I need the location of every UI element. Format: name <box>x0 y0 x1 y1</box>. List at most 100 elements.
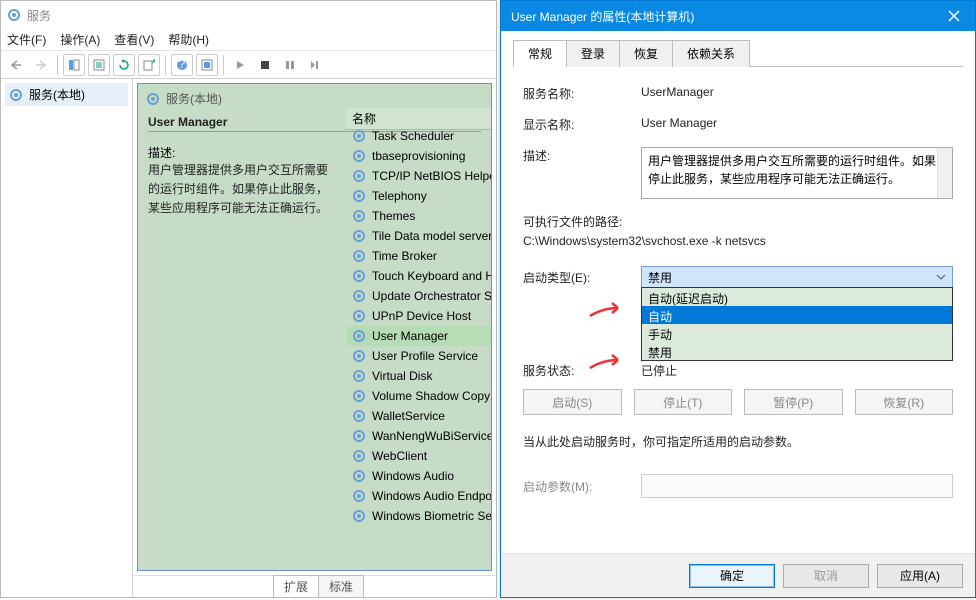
gear-icon <box>352 129 366 143</box>
tab-dependencies[interactable]: 依赖关系 <box>672 40 750 67</box>
stop-icon[interactable] <box>254 54 276 76</box>
gear-icon <box>352 429 366 443</box>
service-row[interactable]: tbaseprovisioning <box>346 146 491 166</box>
service-control-buttons: 启动(S) 停止(T) 暂停(P) 恢复(R) <box>523 389 953 415</box>
menu-view[interactable]: 查看(V) <box>114 31 154 48</box>
close-icon[interactable] <box>933 1 975 31</box>
service-row[interactable]: Telephony <box>346 186 491 206</box>
option-manual[interactable]: 手动 <box>642 324 952 342</box>
gear-icon <box>352 289 366 303</box>
service-row[interactable]: Windows Audio Endpoint <box>346 486 491 506</box>
menu-help[interactable]: 帮助(H) <box>168 31 209 48</box>
value-description: 用户管理器提供多用户交互所需要的运行时组件。如果停止此服务，某些应用程序可能无法… <box>648 154 936 186</box>
apply-button[interactable]: 应用(A) <box>877 564 963 588</box>
scrollbar[interactable] <box>937 148 952 198</box>
play-icon[interactable] <box>229 54 251 76</box>
service-row[interactable]: Volume Shadow Copy <box>346 386 491 406</box>
service-row[interactable]: WanNengWuBiService <box>346 426 491 446</box>
service-name: Themes <box>372 209 415 223</box>
service-row[interactable]: Task Scheduler <box>346 126 491 146</box>
gear-icon <box>352 209 366 223</box>
tab-extended[interactable]: 扩展 <box>273 575 319 597</box>
detail-description: 用户管理器提供多用户交互所需要的运行时组件。如果停止此服务，某些应用程序可能无法… <box>148 161 338 219</box>
service-name: User Profile Service <box>372 349 478 363</box>
service-list[interactable]: Task Scheduler tbaseprovisioning TCP/IP Ne… <box>346 126 491 570</box>
forward-icon[interactable] <box>30 54 52 76</box>
menu-file[interactable]: 文件(F) <box>7 31 46 48</box>
refresh-icon[interactable] <box>113 54 135 76</box>
cancel-button[interactable]: 取消 <box>783 564 869 588</box>
export-icon[interactable] <box>138 54 160 76</box>
help-icon[interactable]: ? <box>171 54 193 76</box>
service-name: Tile Data model server <box>372 229 491 243</box>
tab-general[interactable]: 常规 <box>513 40 567 67</box>
tree-item-services-local[interactable]: 服务(本地) <box>5 83 128 106</box>
service-row[interactable]: Time Broker <box>346 246 491 266</box>
value-exe-path: C:\Windows\system32\svchost.exe -k netsv… <box>523 234 766 248</box>
service-row[interactable]: WalletService <box>346 406 491 426</box>
menu-action[interactable]: 操作(A) <box>60 31 100 48</box>
option-auto-delayed[interactable]: 自动(延迟启动) <box>642 288 952 306</box>
service-name: TCP/IP NetBIOS Helper <box>372 169 491 183</box>
service-row[interactable]: Tile Data model server <box>346 226 491 246</box>
window-title: 服务 <box>27 7 51 24</box>
pause-icon[interactable] <box>279 54 301 76</box>
gear-icon <box>352 469 366 483</box>
restart-icon[interactable] <box>304 54 326 76</box>
service-row[interactable]: TCP/IP NetBIOS Helper <box>346 166 491 186</box>
service-row[interactable]: Touch Keyboard and Handwriting <box>346 266 491 286</box>
service-name: WalletService <box>372 409 445 423</box>
dialog-footer: 确定 取消 应用(A) <box>501 553 975 597</box>
value-display-name: User Manager <box>641 116 953 130</box>
service-row[interactable]: UPnP Device Host <box>346 306 491 326</box>
back-icon[interactable] <box>5 54 27 76</box>
service-name: Telephony <box>372 189 427 203</box>
start-button[interactable]: 启动(S) <box>523 389 622 415</box>
gear-icon <box>352 509 366 523</box>
service-row[interactable]: Themes <box>346 206 491 226</box>
chevron-down-icon <box>936 274 946 280</box>
startup-type-select[interactable]: 禁用 自动(延迟启动) 自动 手动 禁用 <box>641 266 953 288</box>
svg-text:?: ? <box>179 59 186 71</box>
service-name: Task Scheduler <box>372 129 454 143</box>
service-name: WebClient <box>372 449 427 463</box>
service-name: Update Orchestrator Service <box>372 289 491 303</box>
label-startup-type: 启动类型(E): <box>523 269 641 286</box>
service-row[interactable]: Windows Biometric Service <box>346 506 491 526</box>
gear-icon <box>7 8 21 22</box>
resume-button[interactable]: 恢复(R) <box>855 389 954 415</box>
tab-standard[interactable]: 标准 <box>318 575 364 597</box>
label-service-name: 服务名称: <box>523 85 641 102</box>
gear-icon <box>352 169 366 183</box>
properties-dialog: User Manager 的属性(本地计算机) 常规 登录 恢复 依赖关系 服务… <box>500 0 976 598</box>
stop-button[interactable]: 停止(T) <box>634 389 733 415</box>
tab-logon[interactable]: 登录 <box>566 40 620 67</box>
toolbar-btn-6[interactable] <box>196 54 218 76</box>
service-row[interactable]: WebClient <box>346 446 491 466</box>
service-row[interactable]: Windows Audio <box>346 466 491 486</box>
gear-icon <box>352 189 366 203</box>
ok-button[interactable]: 确定 <box>689 564 775 588</box>
pause-button[interactable]: 暂停(P) <box>744 389 843 415</box>
bottom-tabs: 扩展 标准 <box>133 575 496 597</box>
label-display-name: 显示名称: <box>523 116 641 133</box>
option-auto[interactable]: 自动 <box>642 306 952 324</box>
service-name: WanNengWuBiService <box>372 429 491 443</box>
toolbar-btn-2[interactable] <box>88 54 110 76</box>
service-name: User Manager <box>372 329 448 343</box>
toolbar-btn-1[interactable] <box>63 54 85 76</box>
gear-icon <box>352 369 366 383</box>
gear-icon <box>352 149 366 163</box>
option-disabled[interactable]: 禁用 <box>642 342 952 360</box>
service-name: tbaseprovisioning <box>372 149 465 163</box>
startup-selected-value: 禁用 <box>648 269 672 286</box>
service-name: Touch Keyboard and Handwriting <box>372 269 491 283</box>
dialog-title: User Manager 的属性(本地计算机) <box>511 8 694 25</box>
service-row[interactable]: User Manager <box>346 326 491 346</box>
service-row[interactable]: User Profile Service <box>346 346 491 366</box>
service-row[interactable]: Virtual Disk <box>346 366 491 386</box>
tab-recovery[interactable]: 恢复 <box>619 40 673 67</box>
value-service-name: UserManager <box>641 85 953 99</box>
service-row[interactable]: Update Orchestrator Service <box>346 286 491 306</box>
service-name: UPnP Device Host <box>372 309 471 323</box>
